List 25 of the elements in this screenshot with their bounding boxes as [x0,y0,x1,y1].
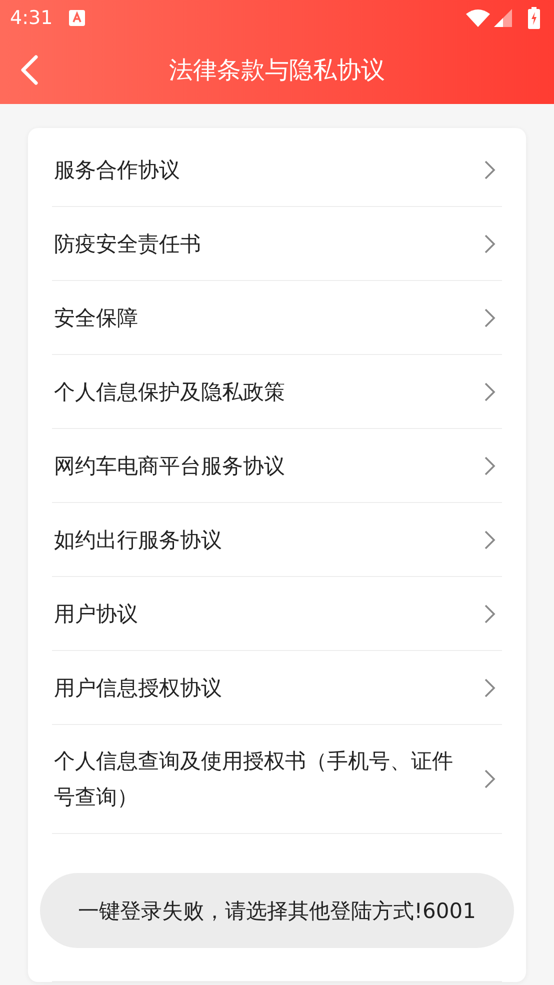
chevron-icon [484,678,496,698]
agreement-item[interactable]: 防疫安全责任书 [52,207,502,281]
status-time: 4:31 [10,7,53,29]
chevron-icon [484,382,496,402]
chevron-icon [484,456,496,476]
agreement-item[interactable]: 用户信息授权协议 [52,651,502,725]
wifi-icon [466,9,490,27]
agreement-item[interactable]: 如约出行服务协议 [52,503,502,577]
notification-icon [68,10,85,26]
chevron-icon [484,160,496,180]
chevron-icon [484,530,496,550]
agreement-item[interactable]: 服务合作协议 [52,133,502,207]
login-error-toast: 一键登录失败，请选择其他登陆方式!6001 [40,873,514,948]
agreement-item[interactable]: 用户协议 [52,577,502,651]
signal-icon [494,9,512,27]
agreement-item[interactable]: 安全保障 [52,281,502,355]
agreement-item[interactable]: 网约车电商平台服务协议 [52,429,502,503]
agreement-item[interactable]: 个人信息查询及使用授权书（手机号、证件号查询） [52,725,502,834]
battery-icon [528,7,540,29]
chevron-icon [484,604,496,624]
agreement-item[interactable]: 个人信息保护及隐私政策 [52,355,502,429]
chevron-icon [484,234,496,254]
chevron-icon [484,308,496,328]
page-title: 法律条款与隐私协议 [169,55,385,86]
chevron-icon [484,769,496,789]
